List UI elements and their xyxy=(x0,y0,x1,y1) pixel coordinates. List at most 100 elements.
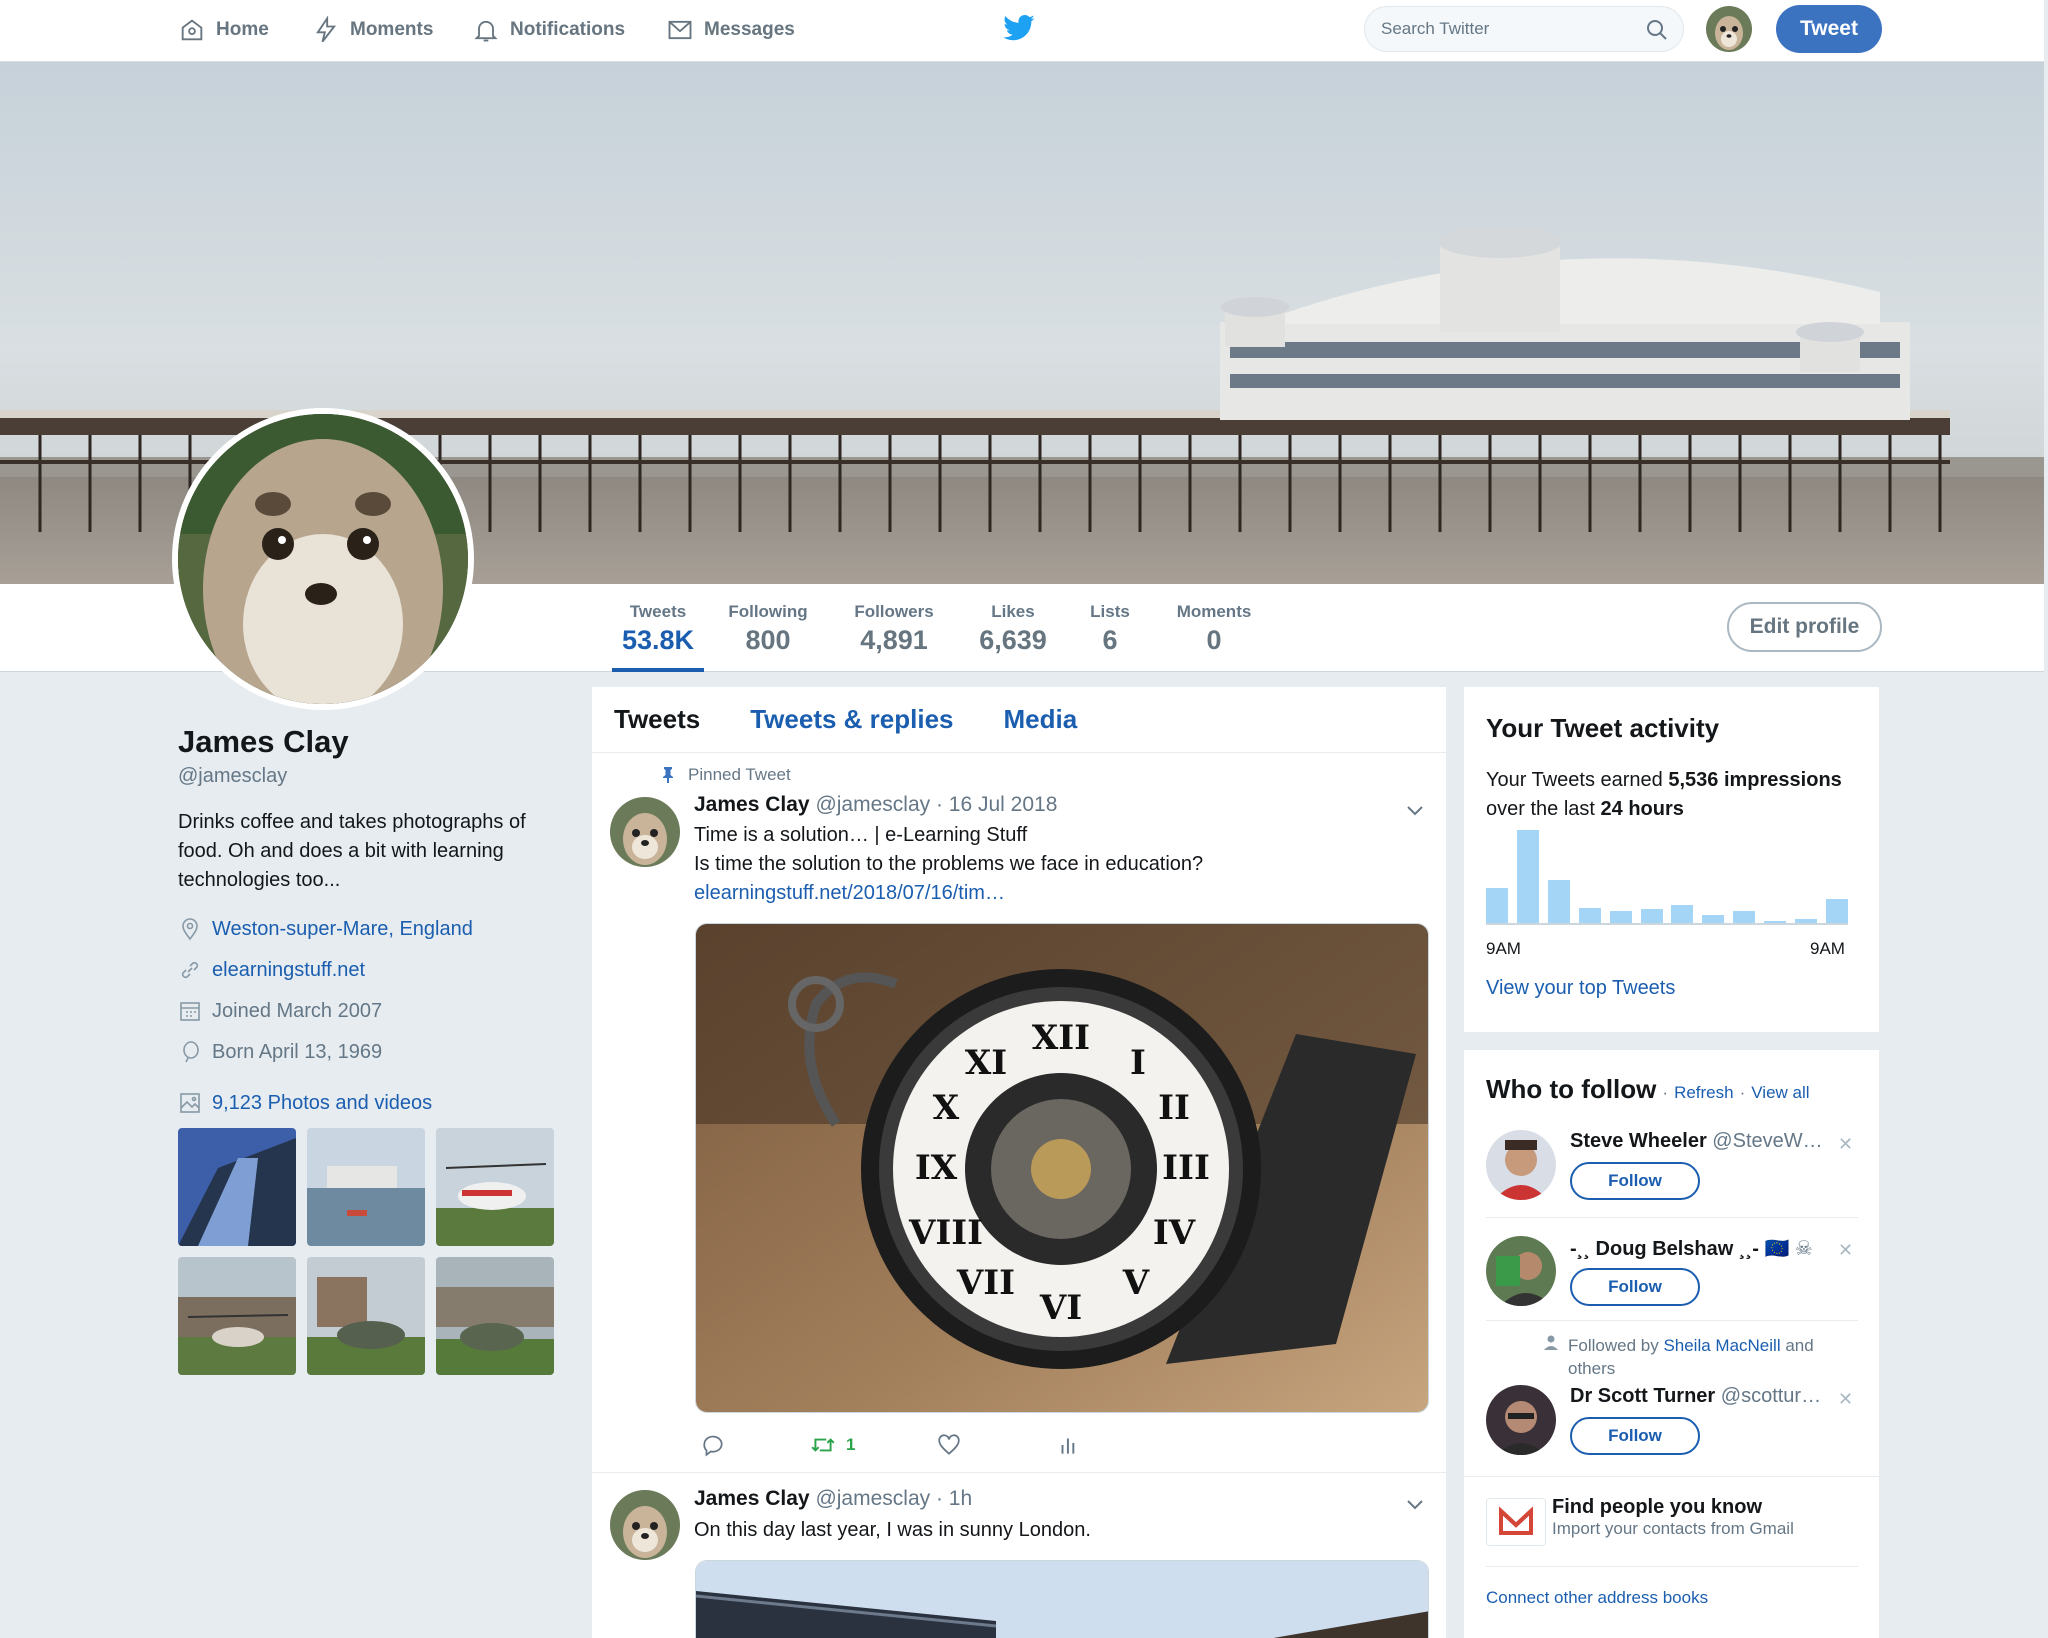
profile-name[interactable]: James Clay xyxy=(178,724,349,760)
suggestion-display-name[interactable]: Dr Scott Turner xyxy=(1570,1385,1715,1407)
website-link[interactable]: elearningstuff.net xyxy=(212,959,365,982)
profile-website[interactable]: elearningstuff.net xyxy=(178,958,365,982)
search-icon[interactable] xyxy=(1645,18,1669,42)
tweet-avatar[interactable] xyxy=(610,1490,680,1560)
tweet-image-pocket-watch[interactable]: XII III VI IX I II IV V VII VIII X XI xyxy=(695,923,1429,1413)
suggestion-name[interactable]: Dr Scott Turner @scottur… xyxy=(1570,1385,1830,1408)
suggestion-display-name[interactable]: Steve Wheeler xyxy=(1570,1130,1707,1152)
envelope-icon xyxy=(668,20,692,40)
view-top-tweets-link[interactable]: View your top Tweets xyxy=(1486,977,1675,1000)
search-box[interactable] xyxy=(1364,6,1684,52)
suggestion-handle[interactable]: @scottur… xyxy=(1721,1385,1821,1407)
stat-following[interactable]: Following 800 xyxy=(724,602,812,656)
activity-bar-chart[interactable] xyxy=(1486,830,1848,925)
photo-thumbnail[interactable] xyxy=(436,1257,554,1375)
followed-by-user-link[interactable]: Sheila MacNeill xyxy=(1663,1336,1780,1355)
followed-by-pre: Followed by xyxy=(1568,1336,1664,1355)
tweet-avatar[interactable] xyxy=(610,797,680,867)
stat-value: 4,891 xyxy=(860,625,928,655)
tweet-image-building[interactable] xyxy=(695,1560,1429,1638)
analytics-button[interactable] xyxy=(1056,1432,1082,1458)
dismiss-icon[interactable]: ✕ xyxy=(1838,1389,1853,1410)
view-all-link[interactable]: View all xyxy=(1751,1083,1809,1103)
tweet-link[interactable]: elearningstuff.net/2018/07/16/tim… xyxy=(694,879,1414,908)
tweet-time[interactable]: · 1h xyxy=(936,1487,972,1510)
nav-moments[interactable]: Moments xyxy=(312,0,433,60)
activity-bar[interactable] xyxy=(1733,910,1756,923)
photo-thumbnail[interactable] xyxy=(307,1128,425,1246)
activity-bar[interactable] xyxy=(1671,905,1694,923)
stat-lists[interactable]: Lists 6 xyxy=(1086,602,1134,656)
activity-bar[interactable] xyxy=(1795,919,1818,923)
tab-media[interactable]: Media xyxy=(1003,704,1077,735)
person-icon xyxy=(1544,1335,1558,1350)
tweet-button[interactable]: Tweet xyxy=(1776,5,1882,53)
nav-home[interactable]: Home xyxy=(178,0,269,60)
suggestion-handle[interactable]: @SteveW… xyxy=(1712,1130,1822,1152)
twitter-bird-icon[interactable] xyxy=(1002,14,1036,44)
refresh-link[interactable]: Refresh xyxy=(1674,1083,1734,1103)
activity-bar[interactable] xyxy=(1547,880,1570,923)
search-input[interactable] xyxy=(1381,19,1641,39)
activity-bar[interactable] xyxy=(1609,910,1632,923)
activity-bar[interactable] xyxy=(1764,921,1787,923)
stat-tweets[interactable]: Tweets 53.8K xyxy=(612,602,704,672)
connect-address-books-link[interactable]: Connect other address books xyxy=(1486,1588,1708,1608)
stat-value: 0 xyxy=(1206,625,1222,655)
activity-bar[interactable] xyxy=(1516,830,1539,923)
suggestion-avatar[interactable] xyxy=(1486,1130,1556,1200)
profile-photos-link[interactable]: 9,123 Photos and videos xyxy=(178,1091,432,1115)
retweet-button[interactable]: 1 xyxy=(810,1432,855,1458)
tweet-author[interactable]: James Clay xyxy=(694,793,810,816)
dismiss-icon[interactable]: ✕ xyxy=(1838,1240,1853,1261)
suggestion-avatar[interactable] xyxy=(1486,1236,1556,1306)
activity-bar[interactable] xyxy=(1486,887,1508,923)
location-text[interactable]: Weston-super-Mare, England xyxy=(212,918,473,941)
chevron-down-icon[interactable] xyxy=(1404,799,1426,821)
chevron-down-icon[interactable] xyxy=(1404,1493,1426,1515)
gmail-icon[interactable] xyxy=(1486,1498,1546,1546)
photo-thumbnail[interactable] xyxy=(178,1128,296,1246)
dismiss-icon[interactable]: ✕ xyxy=(1838,1134,1853,1155)
photo-thumbnail[interactable] xyxy=(436,1128,554,1246)
stat-likes[interactable]: Likes 6,639 xyxy=(978,602,1048,656)
tweet-author[interactable]: James Clay xyxy=(694,1487,810,1510)
follow-button[interactable]: Follow xyxy=(1570,1417,1700,1455)
home-icon xyxy=(181,19,203,41)
photos-count[interactable]: 9,123 Photos and videos xyxy=(212,1092,432,1115)
suggestion-avatar[interactable] xyxy=(1486,1385,1556,1455)
profile-avatar[interactable] xyxy=(172,408,474,710)
suggestion-display-name[interactable]: -¸¸ Doug Belshaw ¸¸- xyxy=(1570,1238,1759,1260)
stat-value: 6,639 xyxy=(979,625,1047,655)
like-button[interactable] xyxy=(936,1432,962,1458)
tab-tweets-replies[interactable]: Tweets & replies xyxy=(750,704,953,735)
profile-location[interactable]: Weston-super-Mare, England xyxy=(178,917,473,941)
activity-bar[interactable] xyxy=(1702,914,1725,923)
follow-button[interactable]: Follow xyxy=(1570,1162,1700,1200)
profile-handle[interactable]: @jamesclay xyxy=(178,765,287,788)
find-people[interactable]: Find people you know Import your contact… xyxy=(1552,1496,1794,1539)
activity-bar[interactable] xyxy=(1640,909,1663,923)
find-people-title[interactable]: Find people you know xyxy=(1552,1496,1794,1519)
tweet-handle[interactable]: @jamesclay xyxy=(815,793,930,816)
tweet-handle[interactable]: @jamesclay xyxy=(815,1487,930,1510)
image-icon xyxy=(180,1093,200,1113)
suggestion-name[interactable]: -¸¸ Doug Belshaw ¸¸- 🇪🇺 ☠ xyxy=(1570,1236,1830,1261)
edit-profile-button[interactable]: Edit profile xyxy=(1727,602,1882,652)
stat-moments[interactable]: Moments 0 xyxy=(1172,602,1256,656)
photo-thumbnail[interactable] xyxy=(307,1257,425,1375)
tweet-time[interactable]: · 16 Jul 2018 xyxy=(936,793,1057,816)
nav-notifications[interactable]: Notifications xyxy=(472,0,625,60)
suggestion-name[interactable]: Steve Wheeler @SteveW… xyxy=(1570,1130,1830,1153)
activity-bar[interactable] xyxy=(1826,898,1848,923)
follow-button[interactable]: Follow xyxy=(1570,1268,1700,1306)
nav-messages[interactable]: Messages xyxy=(666,0,795,60)
photo-thumbnail[interactable] xyxy=(178,1257,296,1375)
tab-tweets[interactable]: Tweets xyxy=(614,704,700,735)
suggestion-handle[interactable]: 🇪🇺 ☠ xyxy=(1764,1238,1812,1260)
reply-button[interactable] xyxy=(700,1432,726,1458)
stat-followers[interactable]: Followers 4,891 xyxy=(850,602,938,656)
account-avatar[interactable] xyxy=(1706,6,1752,52)
svg-text:VII: VII xyxy=(956,1263,1015,1303)
activity-bar[interactable] xyxy=(1578,908,1601,923)
